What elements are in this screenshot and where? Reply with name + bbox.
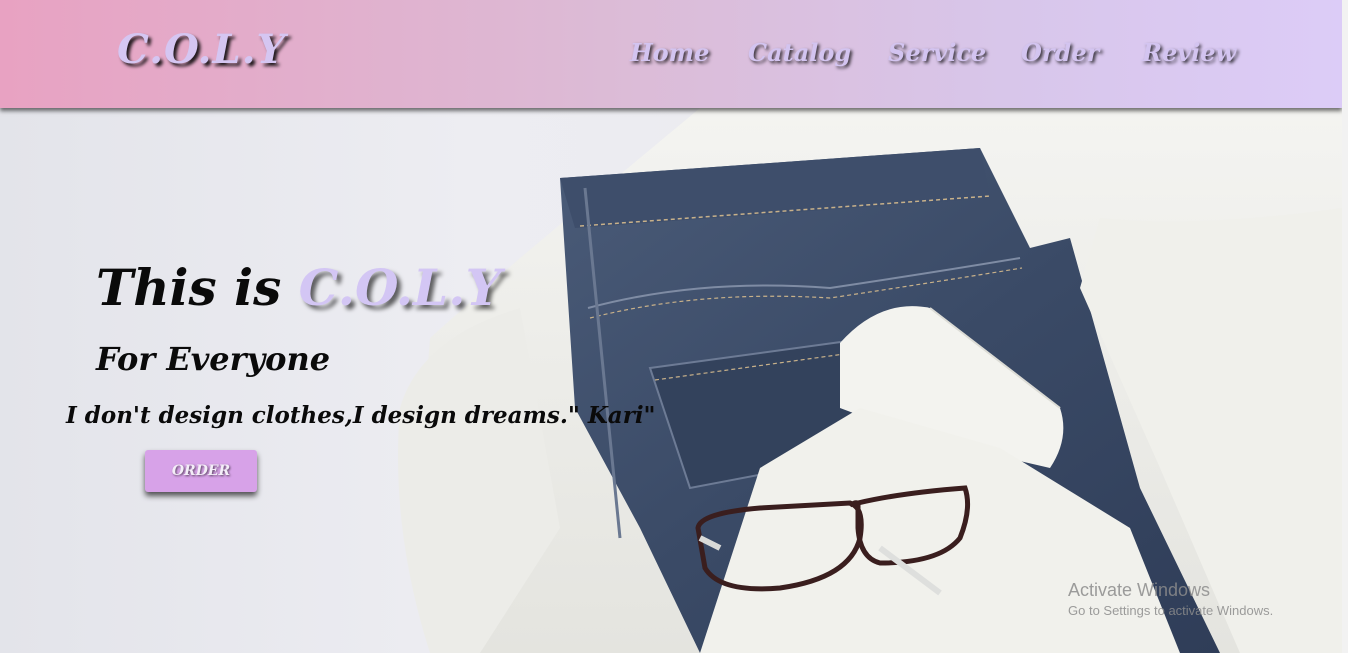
nav-review[interactable]: Review bbox=[1142, 38, 1236, 67]
nav-home[interactable]: Home bbox=[630, 38, 709, 67]
site-header: C.O.L.Y Home Catalog Service Order Revie… bbox=[0, 0, 1342, 108]
nav-order[interactable]: Order bbox=[1021, 38, 1099, 67]
order-button[interactable]: ORDER bbox=[145, 450, 257, 492]
hero-quote: I don't design clothes,I design dreams."… bbox=[66, 402, 656, 429]
page-scrollbar[interactable] bbox=[1342, 0, 1348, 653]
headline-brand: C.O.L.Y bbox=[298, 258, 502, 317]
hero-background-image bbox=[398, 108, 1342, 653]
headline-prefix: This is bbox=[96, 258, 299, 317]
hero-headline: This is C.O.L.Y bbox=[96, 258, 501, 317]
watermark-subtitle: Go to Settings to activate Windows. bbox=[1068, 603, 1274, 618]
nav-catalog[interactable]: Catalog bbox=[748, 38, 851, 67]
hero-section: This is C.O.L.Y For Everyone I don't des… bbox=[0, 108, 1342, 653]
nav-service[interactable]: Service bbox=[888, 38, 986, 67]
watermark-title: Activate Windows bbox=[1068, 580, 1211, 600]
main-nav: Home Catalog Service Order Review bbox=[0, 38, 1342, 74]
hero-subheading: For Everyone bbox=[96, 340, 331, 378]
activate-windows-watermark: Activate Windows Go to Settings to activ… bbox=[1068, 580, 1273, 618]
